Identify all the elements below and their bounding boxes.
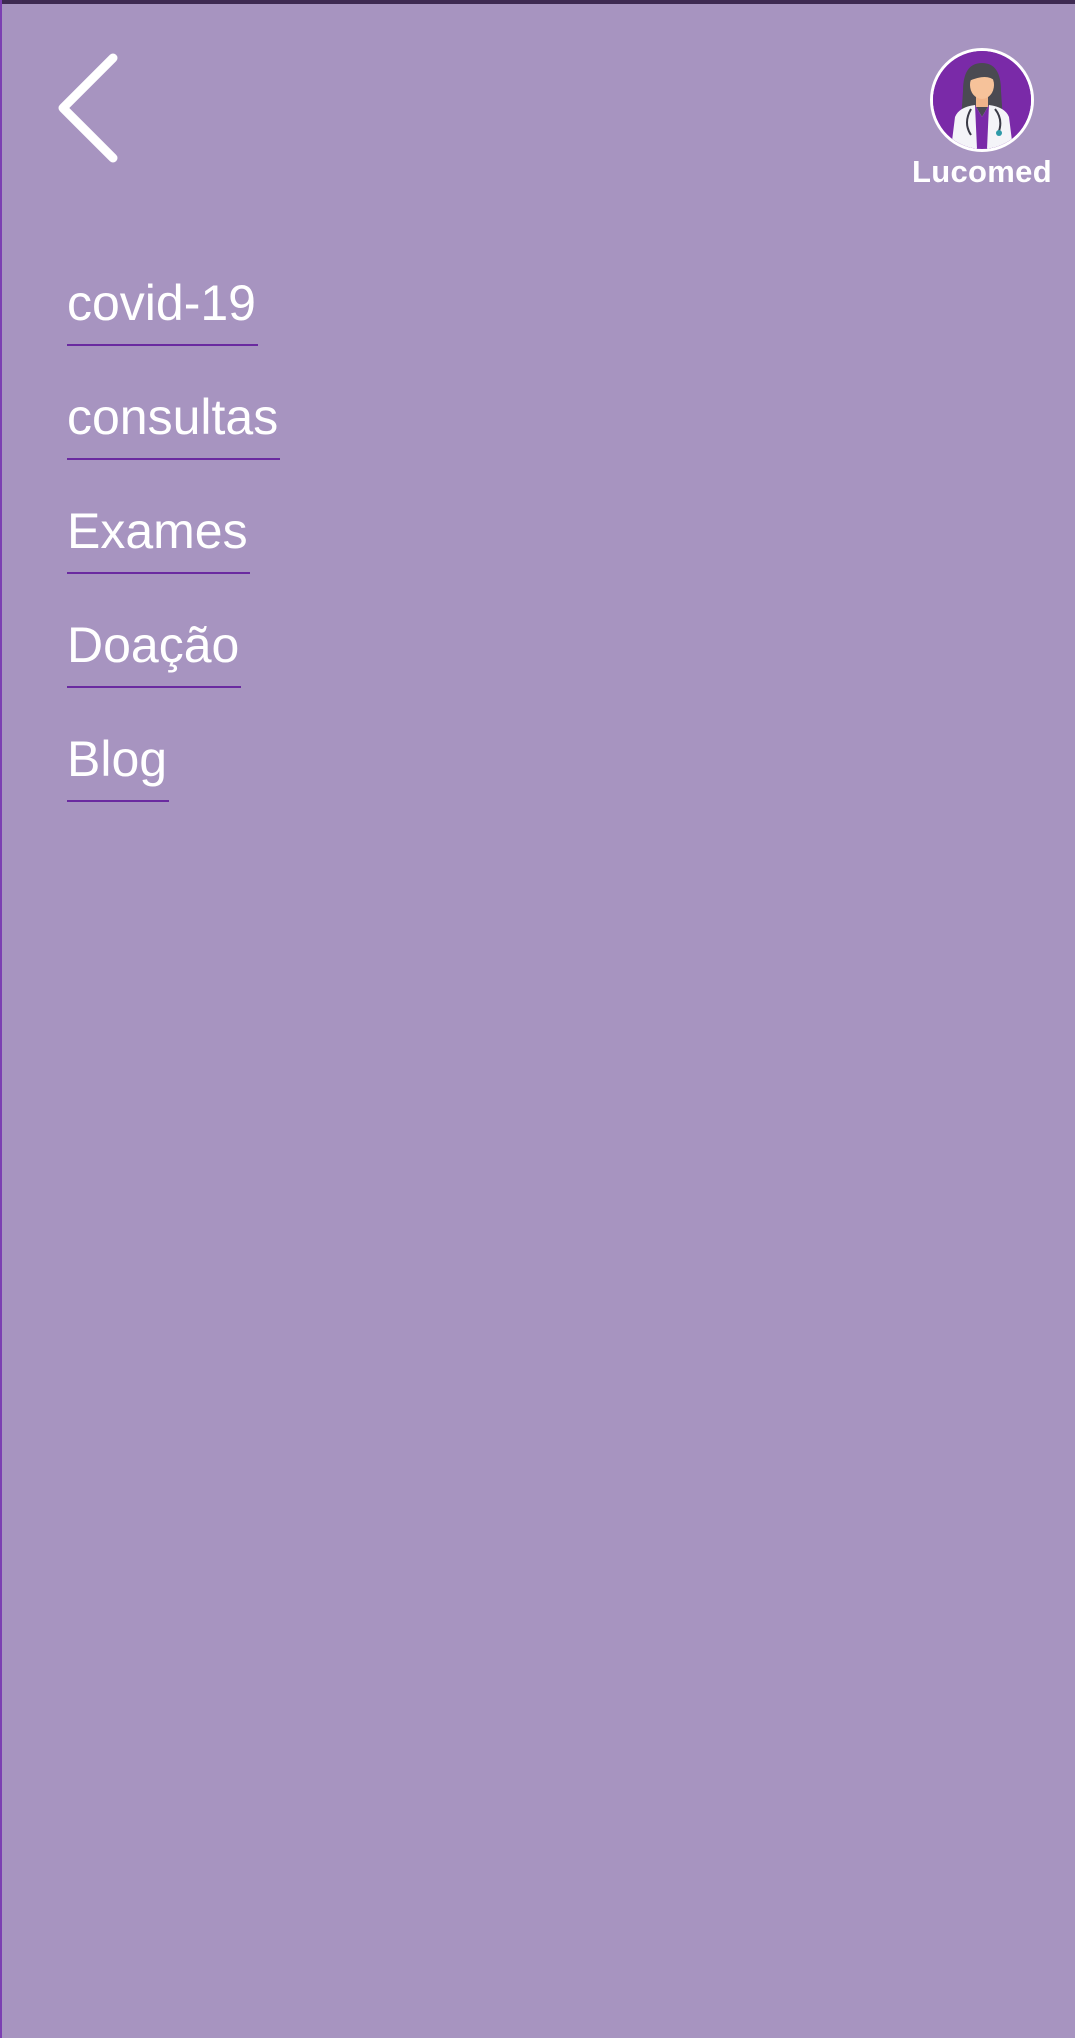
brand: Lucomed bbox=[907, 48, 1057, 190]
menu-item-consultas[interactable]: consultas bbox=[67, 376, 281, 490]
menu-item-covid-19[interactable]: covid-19 bbox=[67, 262, 280, 376]
brand-name: Lucomed bbox=[912, 154, 1052, 189]
nav-menu: covid-19 consultas Exames Doação Blog bbox=[67, 262, 281, 832]
menu-item-exames[interactable]: Exames bbox=[67, 490, 280, 604]
chevron-left-icon bbox=[58, 53, 118, 163]
menu-item-label: Doação bbox=[67, 604, 242, 688]
menu-item-label: Blog bbox=[67, 718, 170, 802]
avatar[interactable] bbox=[930, 48, 1034, 152]
menu-item-label: consultas bbox=[67, 376, 281, 460]
menu-item-doacao[interactable]: Doação bbox=[67, 604, 280, 718]
drawer-edge bbox=[0, 0, 2, 2038]
back-button[interactable] bbox=[48, 50, 128, 170]
menu-item-label: covid-19 bbox=[67, 262, 258, 346]
top-edge bbox=[0, 0, 1075, 4]
menu-item-blog[interactable]: Blog bbox=[67, 718, 280, 832]
menu-item-label: Exames bbox=[67, 490, 250, 574]
doctor-avatar-icon bbox=[933, 51, 1031, 149]
